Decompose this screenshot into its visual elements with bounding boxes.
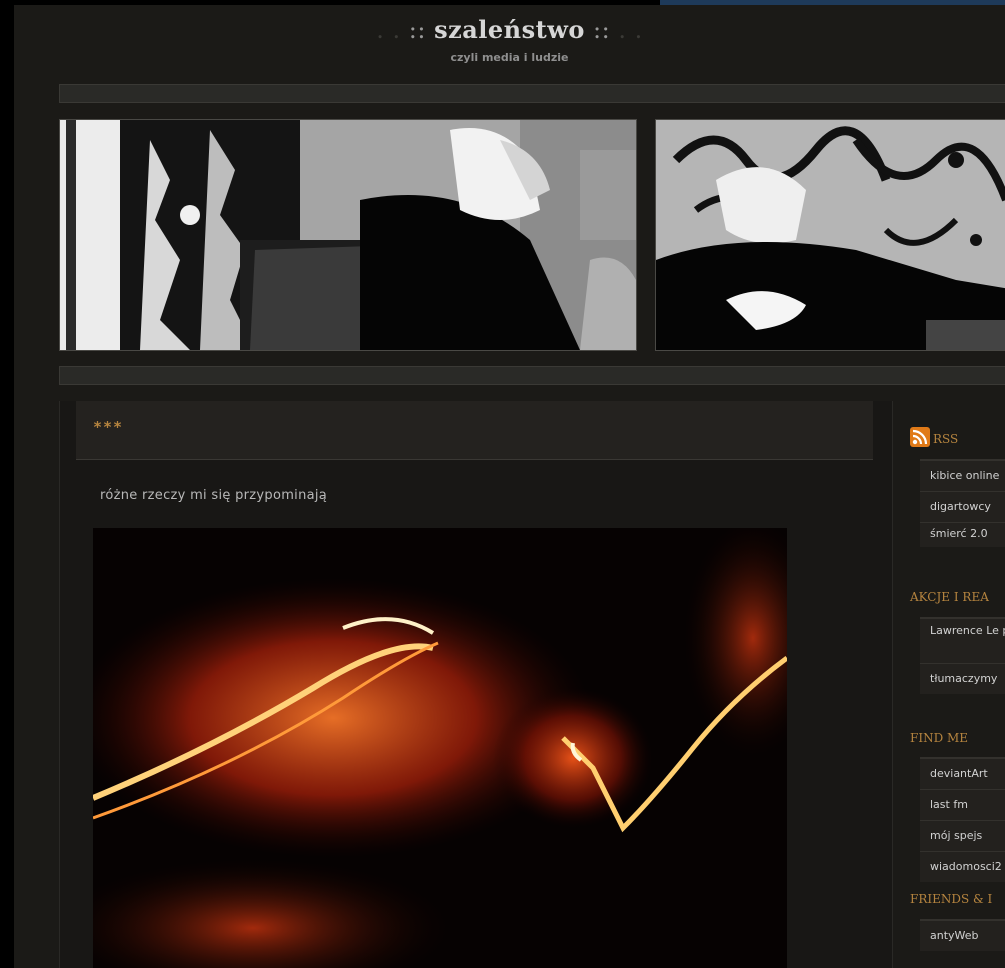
post-text: różne rzeczy mi się przypominają <box>100 488 328 503</box>
title-dots-left: . . <box>376 16 409 44</box>
sidebar-list-akcje: Lawrence Le polsku tłumaczymy <box>920 617 1005 694</box>
title-prefix: :: <box>408 16 435 44</box>
header-banner-left <box>59 119 637 351</box>
sidebar-link-smierc[interactable]: śmierć 2.0 <box>920 522 1005 547</box>
sidebar-link-lawrence[interactable]: Lawrence Le polsku <box>920 618 1005 663</box>
sidebar-link-tlumaczymy[interactable]: tłumaczymy <box>920 663 1005 694</box>
nav-bar-bottom <box>59 366 1005 385</box>
sidebar-link-digartowcy[interactable]: digartowcy <box>920 491 1005 522</box>
nav-bar-top <box>59 84 1005 103</box>
sidebar-link-kibice[interactable]: kibice online <box>920 460 1005 491</box>
sidebar-title-friends: FRIENDS & I <box>910 892 993 906</box>
sidebar-link-lastfm[interactable]: last fm <box>920 789 1005 820</box>
header-banner-right <box>655 119 1005 351</box>
sidebar-list-friends: antyWeb <box>920 919 1005 951</box>
post-photo <box>93 528 787 968</box>
sidebar-title-find-me: FIND ME <box>910 731 969 745</box>
sidebar-title-rss-label: RSS <box>933 432 959 446</box>
sidebar-link-wiadomosci[interactable]: wiadomosci2 <box>920 851 1005 882</box>
rss-icon <box>910 427 930 447</box>
sidebar: RSS kibice online digartowcy śmierć 2.0 … <box>904 401 1005 968</box>
post-photo-image <box>93 528 787 968</box>
post-header: *** <box>76 401 873 460</box>
sidebar-link-myspace[interactable]: mój spejs <box>920 820 1005 851</box>
title-dots-right: . . <box>610 16 643 44</box>
sidebar-list-rss: kibice online digartowcy śmierć 2.0 <box>920 459 1005 547</box>
site-tagline: czyli media i ludzie <box>450 51 569 64</box>
post-title[interactable]: *** <box>93 418 123 436</box>
title-suffix: :: <box>584 16 611 44</box>
sidebar-title-akcje: AKCJE I REA <box>910 590 989 604</box>
sidebar-link-antyweb[interactable]: antyWeb <box>920 920 1005 951</box>
banner-left-image <box>60 120 636 350</box>
title-text: szaleństwo <box>434 15 585 44</box>
site-title[interactable]: . . :: szaleństwo :: . . <box>14 15 1005 44</box>
sidebar-list-find-me: deviantArt last fm mój spejs wiadomosci2 <box>920 757 1005 882</box>
browser-top-accent <box>660 0 1005 5</box>
post: *** różne rzeczy mi się przypominają <box>59 401 893 968</box>
banner-right-image <box>656 120 1005 350</box>
page: . . :: szaleństwo :: . . czyli media i l… <box>14 5 1005 968</box>
sidebar-title-rss[interactable]: RSS <box>910 427 958 447</box>
sidebar-link-deviantart[interactable]: deviantArt <box>920 758 1005 789</box>
